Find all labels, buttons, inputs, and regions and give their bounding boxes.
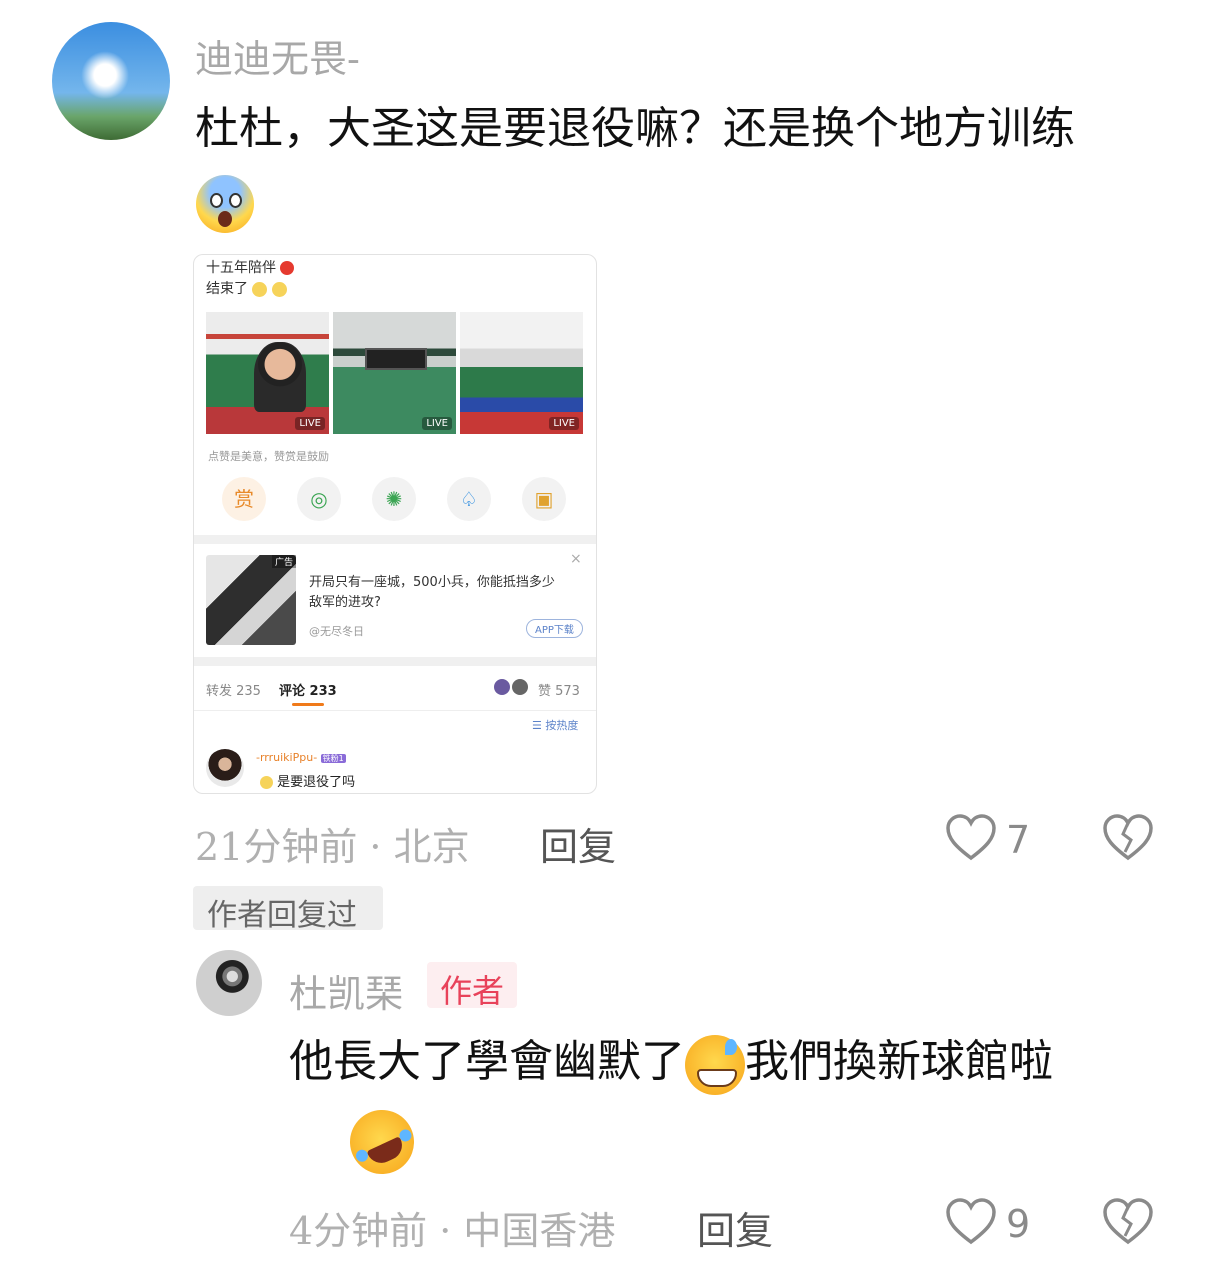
timestamp-location: 4分钟前 · 中国香港 bbox=[289, 1209, 616, 1253]
moments-share-icon[interactable]: ✺ bbox=[372, 477, 416, 521]
tab-comment[interactable]: 评论 233 bbox=[279, 680, 337, 699]
like-count: 9 bbox=[1006, 1202, 1031, 1246]
like-count: 7 bbox=[1006, 818, 1031, 862]
liker-avatar bbox=[494, 679, 510, 695]
divider bbox=[194, 657, 596, 666]
post-photo[interactable]: LIVE bbox=[460, 312, 583, 434]
ad-text: 开局只有一座城，500小兵，你能抵挡多少 敌军的进攻? bbox=[309, 573, 555, 613]
sort-icon: ☰ bbox=[532, 719, 542, 732]
tab-repost[interactable]: 转发 235 bbox=[206, 680, 261, 699]
live-badge: LIVE bbox=[295, 417, 325, 430]
reward-hint: 点赞是美意，赞赏是鼓励 bbox=[208, 450, 329, 463]
tab-underline bbox=[292, 703, 324, 706]
face-emoji-icon bbox=[271, 281, 287, 297]
author-tag: 作者 bbox=[427, 962, 517, 1010]
author-tag-label: 作者 bbox=[440, 972, 505, 1010]
broken-heart-icon[interactable] bbox=[1102, 812, 1154, 864]
ad-close-icon[interactable]: × bbox=[570, 551, 582, 567]
avatar[interactable] bbox=[206, 749, 244, 787]
ad-text-line: 开局只有一座城，500小兵，你能抵挡多少 bbox=[309, 575, 555, 590]
cry-emoji-icon bbox=[260, 776, 273, 789]
sub-comment: 是要退役了吗 bbox=[260, 771, 355, 790]
comment-text: 杜杜，大圣这是要退役嘛？还是换个地方训练 bbox=[195, 95, 1175, 163]
heart-icon[interactable] bbox=[945, 1196, 997, 1248]
sort-label: 按热度 bbox=[545, 719, 579, 732]
save-image-icon[interactable]: ▣ bbox=[522, 477, 566, 521]
username[interactable]: 杜凯琹 bbox=[289, 963, 403, 1018]
sort-button[interactable]: ☰ 按热度 bbox=[532, 717, 578, 733]
post-text-line2: 结束了 bbox=[206, 281, 248, 297]
ad-image[interactable]: 广告 bbox=[206, 555, 296, 645]
sub-username[interactable]: -rrruikiPpu- 铁粉1 bbox=[256, 751, 346, 764]
reply-button[interactable]: 回复 bbox=[697, 1200, 773, 1255]
sub-comment-text: 是要退役了吗 bbox=[277, 775, 356, 790]
username[interactable]: 迪迪无畏- bbox=[195, 28, 360, 83]
scream-emoji-icon bbox=[196, 175, 254, 233]
divider bbox=[194, 710, 596, 711]
heart-icon[interactable] bbox=[945, 812, 997, 864]
author-replied-label: 作者回复过 bbox=[207, 898, 357, 933]
avatar[interactable] bbox=[196, 950, 262, 1016]
comment-text-part: 我們換新球館啦 bbox=[745, 1036, 1053, 1087]
comment-text-line: 杜杜，大圣这是要退役嘛？还是换个地方训练 bbox=[195, 103, 1075, 154]
grin-sweat-emoji-icon bbox=[685, 1034, 745, 1095]
sub-username-label: -rrruikiPpu- bbox=[256, 751, 318, 764]
pingpong-icon bbox=[280, 261, 295, 275]
ad-text-line: 敌军的进攻? bbox=[309, 595, 381, 610]
rofl-emoji-icon bbox=[339, 1099, 425, 1185]
tab-like[interactable]: 赞 573 bbox=[538, 680, 580, 699]
face-emoji-icon bbox=[252, 281, 268, 297]
wechat-share-icon[interactable]: ◎ bbox=[297, 477, 341, 521]
avatar[interactable] bbox=[52, 22, 170, 140]
attached-screenshot[interactable]: 十五年陪伴 结束了 LIVE LIVE LIVE 点赞是美意，赞赏是鼓励 赏 ◎… bbox=[193, 254, 597, 794]
comment-text-part: 他長大了學會幽默了 bbox=[289, 1036, 685, 1087]
divider bbox=[194, 535, 596, 544]
reward-button-label: 赏 bbox=[234, 487, 254, 511]
scoreboard bbox=[365, 348, 427, 370]
comment-text: 他長大了學會幽默了 我們換新球館啦 bbox=[289, 1028, 1169, 1096]
ad-tag: 广告 bbox=[271, 555, 296, 568]
timestamp-location: 21分钟前 · 北京 bbox=[195, 825, 470, 869]
live-badge: LIVE bbox=[422, 417, 452, 430]
reply-button[interactable]: 回复 bbox=[540, 816, 616, 871]
broken-heart-icon[interactable] bbox=[1102, 1196, 1154, 1248]
person-in-photo bbox=[254, 342, 306, 412]
qq-share-icon[interactable]: ♤ bbox=[447, 477, 491, 521]
ad-download-button[interactable]: APP下载 bbox=[526, 619, 583, 638]
fan-badge: 铁粉1 bbox=[320, 754, 346, 763]
post-photo[interactable]: LIVE bbox=[333, 312, 456, 434]
author-replied-badge: 作者回复过 bbox=[193, 886, 383, 933]
liker-avatar bbox=[512, 679, 528, 695]
post-photo[interactable]: LIVE bbox=[206, 312, 329, 434]
ad-source: @无尽冬日 bbox=[309, 625, 364, 638]
live-badge: LIVE bbox=[549, 417, 579, 430]
reward-button[interactable]: 赏 bbox=[222, 477, 266, 521]
post-text-line1: 十五年陪伴 bbox=[206, 260, 276, 276]
